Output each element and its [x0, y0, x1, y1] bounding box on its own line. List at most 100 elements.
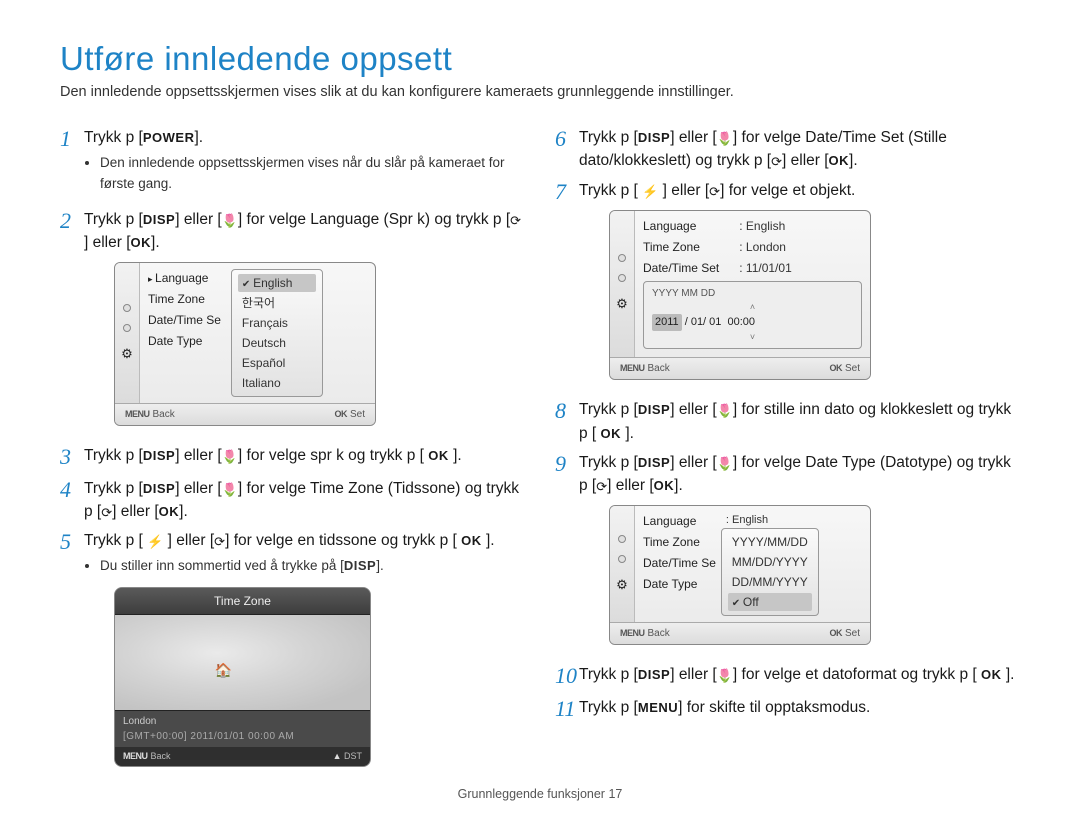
option-deutsch[interactable]: Deutsch — [242, 334, 312, 352]
disp-button-label: DISP — [143, 210, 175, 230]
menu-item[interactable]: Language — [148, 269, 221, 287]
flower-icon: 🌷 — [717, 132, 733, 145]
menu-item: Date/Time Set — [643, 259, 719, 277]
datetime-panel: ⚙ Language Time Zone Date/Time Set — [609, 210, 871, 381]
menu-item[interactable]: Time Zone — [148, 290, 221, 308]
menu-item[interactable]: Date Type — [148, 332, 221, 350]
menu-value: : English — [726, 512, 769, 529]
step-text: Trykk p [ ⚡ ] eller [⟳] for velge et obj… — [579, 182, 855, 199]
menu-button-label: MENU — [638, 698, 678, 718]
option-francais[interactable]: Français — [242, 314, 312, 332]
menu-item[interactable]: Date/Time Se — [148, 311, 221, 329]
flower-icon: 🌷 — [717, 457, 733, 470]
timer-icon: ⟳ — [510, 214, 521, 227]
flash-icon: ⚡ — [147, 535, 163, 548]
option-espanol[interactable]: Español — [242, 354, 312, 372]
timezone-gmt: [GMT+00:00] 2011/01/01 00:00 AM — [123, 729, 362, 744]
timer-icon: ⟳ — [709, 185, 720, 198]
flower-icon: 🌷 — [717, 404, 733, 417]
dot-icon — [618, 555, 626, 563]
timer-icon: ⟳ — [101, 506, 112, 519]
home-pin-icon: 🏠 — [214, 660, 231, 681]
ok-button-label: OK — [131, 233, 152, 253]
step-text: Trykk p [DISP] eller [🌷] for stille inn … — [579, 401, 1011, 441]
option-english[interactable]: English — [238, 274, 316, 292]
step-number: 10 — [555, 663, 579, 689]
option-ddmmyyyy[interactable]: DD/MM/YYYY — [732, 573, 808, 591]
step-text: Trykk p [POWER]. — [84, 129, 203, 146]
menu-item: Language — [643, 512, 716, 530]
datetype-submenu[interactable]: YYYY/MM/DD MM/DD/YYYY DD/MM/YYYY Off — [721, 528, 819, 616]
step-number: 5 — [60, 529, 84, 555]
step-number: 4 — [60, 477, 84, 503]
step-number: 9 — [555, 451, 579, 477]
gear-icon: ⚙ — [616, 575, 628, 595]
option-mmddyyyy[interactable]: MM/DD/YYYY — [732, 553, 808, 571]
datetype-panel: ⚙ Language Time Zone Date/Time Se Date T… — [609, 505, 871, 645]
dot-icon — [123, 304, 131, 312]
panel-side-icons: ⚙ — [115, 263, 140, 403]
dot-icon — [618, 274, 626, 282]
menu-value: : English — [739, 217, 792, 235]
language-submenu[interactable]: English 한국어 Français Deutsch Español Ita… — [231, 269, 323, 397]
step-text: Trykk p [DISP] eller [🌷] for velge Time … — [84, 480, 519, 520]
timezone-city: London — [123, 714, 362, 729]
step-number: 7 — [555, 179, 579, 205]
step-number: 1 — [60, 126, 84, 152]
menu-item: Date Type — [643, 575, 716, 593]
bottom-back[interactable]: MENUBack — [123, 750, 171, 764]
gear-icon: ⚙ — [121, 344, 133, 364]
flower-icon: 🌷 — [222, 214, 238, 227]
step-number: 8 — [555, 398, 579, 424]
gear-icon: ⚙ — [616, 294, 628, 314]
menu-item: Time Zone — [643, 238, 719, 256]
step-text: Trykk p [MENU] for skifte til opptaksmod… — [579, 699, 870, 716]
flower-icon: 🌷 — [717, 669, 733, 682]
step-text: Trykk p [DISP] eller [🌷] for velge Langu… — [84, 211, 521, 251]
menu-value: : London — [739, 238, 792, 256]
timer-icon: ⟳ — [596, 480, 607, 493]
menu-value: : 11/01/01 — [739, 259, 792, 277]
panel-side-icons: ⚙ — [610, 211, 635, 358]
menu-item: Language — [643, 217, 719, 235]
world-map[interactable]: 🏠 — [115, 614, 370, 711]
menu-item: Date/Time Se — [643, 554, 716, 572]
bottom-dst[interactable]: ▲DST — [333, 750, 362, 764]
year-segment[interactable]: 2011 — [652, 314, 682, 331]
step-note: Du stiller inn sommertid ved å trykke på… — [100, 556, 525, 576]
timer-icon: ⟳ — [214, 535, 225, 548]
timezone-panel: Time Zone 🏠 London [GMT+00:00] 2011/01/0… — [114, 587, 371, 768]
flash-icon: ⚡ — [642, 185, 658, 198]
timer-icon: ⟳ — [771, 155, 782, 168]
bottom-back[interactable]: MENUBack — [620, 626, 670, 641]
option-off[interactable]: Off — [728, 593, 812, 611]
flower-icon: 🌷 — [222, 450, 238, 463]
panel-side-icons: ⚙ — [610, 506, 635, 622]
step-number: 2 — [60, 208, 84, 234]
date-editor[interactable]: YYYY MM DD ˄ 2011 / 01/ 01 00:00 ˅ — [643, 281, 862, 350]
bottom-back[interactable]: MENUBack — [125, 407, 175, 422]
left-column: 1 Trykk p [POWER]. Den innledende oppset… — [60, 126, 525, 783]
step-text: Trykk p [DISP] eller [🌷] for velge et da… — [579, 666, 1014, 683]
step-number: 11 — [555, 696, 579, 722]
bottom-set[interactable]: OKSet — [829, 626, 860, 641]
page-footer: Grunnleggende funksjoner 17 — [0, 787, 1080, 801]
flower-icon: 🌷 — [222, 483, 238, 496]
option-korean[interactable]: 한국어 — [242, 294, 312, 312]
step-text: Trykk p [DISP] eller [🌷] for velge spr k… — [84, 447, 462, 464]
power-button-label: POWER — [143, 128, 195, 148]
right-column: 6 Trykk p [DISP] eller [🌷] for velge Dat… — [555, 126, 1020, 783]
bottom-set[interactable]: OKSet — [334, 407, 365, 422]
timezone-title: Time Zone — [115, 588, 370, 614]
bottom-set[interactable]: OKSet — [829, 361, 860, 376]
dot-icon — [618, 535, 626, 543]
step-number: 3 — [60, 444, 84, 470]
dot-icon — [618, 254, 626, 262]
dot-icon — [123, 324, 131, 332]
bottom-back[interactable]: MENUBack — [620, 361, 670, 376]
page-subtitle: Den innledende oppsettsskjermen vises sl… — [60, 84, 1020, 100]
option-italiano[interactable]: Italiano — [242, 374, 312, 392]
menu-item: Time Zone — [643, 533, 716, 551]
option-yyyymmdd[interactable]: YYYY/MM/DD — [732, 533, 808, 551]
step-text: Trykk p [DISP] eller [🌷] for velge Date … — [579, 454, 1011, 494]
